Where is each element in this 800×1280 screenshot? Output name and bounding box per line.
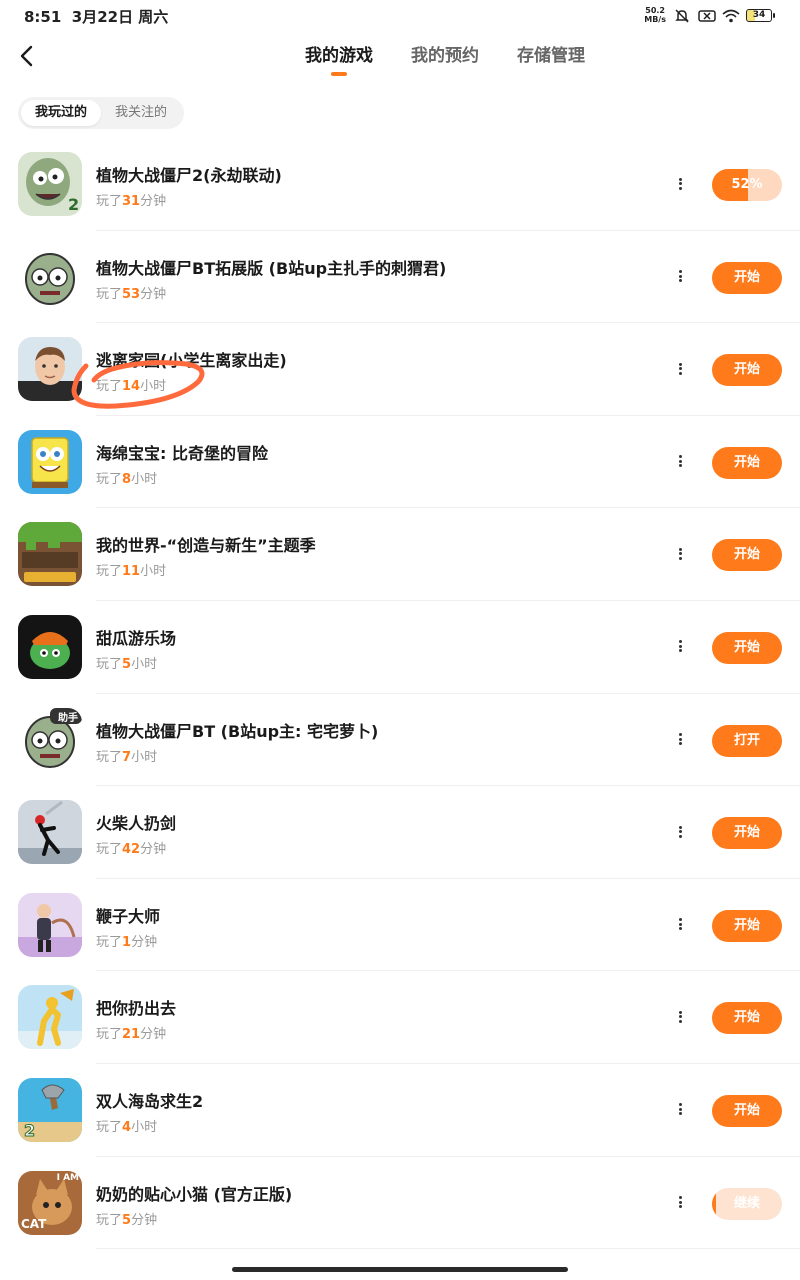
melon-playground-icon: [18, 614, 82, 679]
game-title: 逃离家园(小学生离家出走): [96, 351, 287, 371]
more-options-button[interactable]: [672, 1009, 688, 1027]
cat-badge-top: I AM: [56, 1172, 79, 1183]
game-playtime: 玩了53分钟: [96, 286, 167, 302]
start-button[interactable]: 开始: [712, 1002, 782, 1035]
island-survival-icon: 2: [18, 1077, 82, 1142]
tab-my-reservations[interactable]: 我的预约: [411, 44, 479, 74]
start-button[interactable]: 开始: [712, 909, 782, 942]
wifi-icon: [722, 8, 740, 23]
more-options-button[interactable]: [672, 639, 688, 657]
start-button[interactable]: 开始: [712, 261, 782, 294]
battery-icon: 34: [746, 8, 775, 22]
continue-button[interactable]: 继续: [712, 1187, 782, 1220]
game-playtime: 玩了21分钟: [96, 1027, 167, 1043]
more-options-button[interactable]: [672, 454, 688, 472]
status-bar: 8:51 3月22日 周六 50.2 MB/s 34: [0, 0, 800, 32]
game-list: 2 植物大战僵尸2(永劫联动) 玩了31分钟 52% 植物大战僵尸BT拓展版 (…: [0, 138, 800, 1250]
game-row[interactable]: 2 双人海岛求生2 玩了4小时 开始: [0, 1064, 800, 1157]
more-options-button[interactable]: [672, 917, 688, 935]
cat-badge-bottom: CAT: [21, 1216, 47, 1231]
start-button[interactable]: 开始: [712, 1094, 782, 1127]
net-speed: 50.2 MB/s: [644, 6, 666, 24]
more-options-button[interactable]: [672, 546, 688, 564]
game-playtime: 玩了8小时: [96, 471, 158, 487]
more-options-button[interactable]: [672, 361, 688, 379]
more-options-button[interactable]: [672, 176, 688, 194]
game-title: 奶奶的贴心小猫 (官方正版): [96, 1184, 293, 1204]
open-button[interactable]: 打开: [712, 724, 782, 757]
game-playtime: 玩了7小时: [96, 749, 158, 765]
throw-you-icon: [18, 985, 82, 1050]
game-title: 把你扔出去: [96, 999, 177, 1019]
stickman-sword-icon: [18, 800, 82, 865]
home-indicator[interactable]: [232, 1267, 568, 1272]
status-icons: 50.2 MB/s 34: [644, 6, 775, 24]
whip-master-icon: [18, 892, 82, 957]
game-title: 甜瓜游乐场: [96, 628, 177, 648]
game-playtime: 玩了11小时: [96, 564, 167, 580]
mute-bell-icon: [674, 8, 690, 23]
game-playtime: 玩了14小时: [96, 379, 167, 395]
start-button[interactable]: 开始: [712, 631, 782, 664]
boy-face-icon: [18, 337, 82, 402]
game-row[interactable]: 海绵宝宝: 比奇堡的冒险 玩了8小时 开始: [0, 416, 800, 509]
zombie-head-helper-icon: 助手: [18, 707, 82, 772]
game-row[interactable]: 助手 植物大战僵尸BT (B站up主: 宅宅萝卜) 玩了7小时 打开: [0, 694, 800, 787]
tab-bar: 我的游戏 我的预约 存储管理: [0, 44, 800, 74]
game-row[interactable]: 逃离家园(小学生离家出走) 玩了14小时 开始: [0, 323, 800, 416]
segment-control: 我玩过的 我关注的: [18, 97, 184, 129]
more-options-button[interactable]: [672, 1195, 688, 1213]
game-title: 植物大战僵尸BT (B站up主: 宅宅萝卜): [96, 721, 379, 741]
minecraft-icon: [18, 522, 82, 587]
download-progress-button[interactable]: 52%: [712, 169, 782, 201]
more-options-button[interactable]: [672, 1102, 688, 1120]
game-title: 海绵宝宝: 比奇堡的冒险: [96, 443, 268, 463]
game-playtime: 玩了5分钟: [96, 1212, 158, 1228]
tab-my-games[interactable]: 我的游戏: [305, 44, 373, 74]
game-row[interactable]: 我的世界-“创造与新生”主题季 玩了11小时 开始: [0, 508, 800, 601]
status-time: 8:51 3月22日 周六: [24, 8, 169, 26]
game-playtime: 玩了31分钟: [96, 194, 167, 209]
start-button[interactable]: 开始: [712, 446, 782, 479]
game-title: 植物大战僵尸2(永劫联动): [96, 166, 282, 185]
grandma-cat-icon: I AM CAT: [18, 1170, 82, 1235]
game-row[interactable]: 甜瓜游乐场 玩了5小时 开始: [0, 601, 800, 694]
game-row[interactable]: I AM CAT 奶奶的贴心小猫 (官方正版) 玩了5分钟 继续: [0, 1157, 800, 1250]
more-options-button[interactable]: [672, 732, 688, 750]
more-options-button[interactable]: [672, 824, 688, 842]
spongebob-icon: [18, 429, 82, 494]
game-row[interactable]: 把你扔出去 玩了21分钟 开始: [0, 971, 800, 1064]
game-title: 双人海岛求生2: [96, 1091, 204, 1111]
svg-text:2: 2: [24, 1121, 35, 1140]
header: 我的游戏 我的预约 存储管理: [0, 32, 800, 84]
game-title: 鞭子大师: [96, 906, 161, 926]
helper-badge: 助手: [58, 712, 78, 724]
segment-followed[interactable]: 我关注的: [101, 100, 181, 126]
segment-played[interactable]: 我玩过的: [21, 100, 101, 126]
game-playtime: 玩了4小时: [96, 1119, 158, 1135]
game-playtime: 玩了5小时: [96, 656, 158, 672]
game-row[interactable]: 鞭子大师 玩了1分钟 开始: [0, 879, 800, 972]
tab-storage[interactable]: 存储管理: [517, 44, 585, 74]
start-button[interactable]: 开始: [712, 354, 782, 387]
game-title: 火柴人扔剑: [96, 814, 177, 834]
game-playtime: 玩了42分钟: [96, 842, 167, 858]
game-title: 植物大战僵尸BT拓展版 (B站up主扎手的刺猬君): [96, 258, 447, 278]
zombie-head-icon: [18, 244, 82, 309]
game-row[interactable]: 植物大战僵尸BT拓展版 (B站up主扎手的刺猬君) 玩了53分钟 开始: [0, 231, 800, 324]
sim-off-icon: [698, 8, 716, 22]
pvz2-zombie-icon: 2: [18, 152, 82, 216]
start-button[interactable]: 开始: [712, 539, 782, 572]
divider: [96, 1248, 800, 1250]
more-options-button[interactable]: [672, 269, 688, 287]
game-row[interactable]: 2 植物大战僵尸2(永劫联动) 玩了31分钟 52%: [0, 138, 800, 231]
game-title: 我的世界-“创造与新生”主题季: [96, 536, 316, 556]
svg-text:2: 2: [68, 195, 79, 214]
start-button[interactable]: 开始: [712, 817, 782, 850]
game-row[interactable]: 火柴人扔剑 玩了42分钟 开始: [0, 786, 800, 879]
game-playtime: 玩了1分钟: [96, 934, 158, 950]
